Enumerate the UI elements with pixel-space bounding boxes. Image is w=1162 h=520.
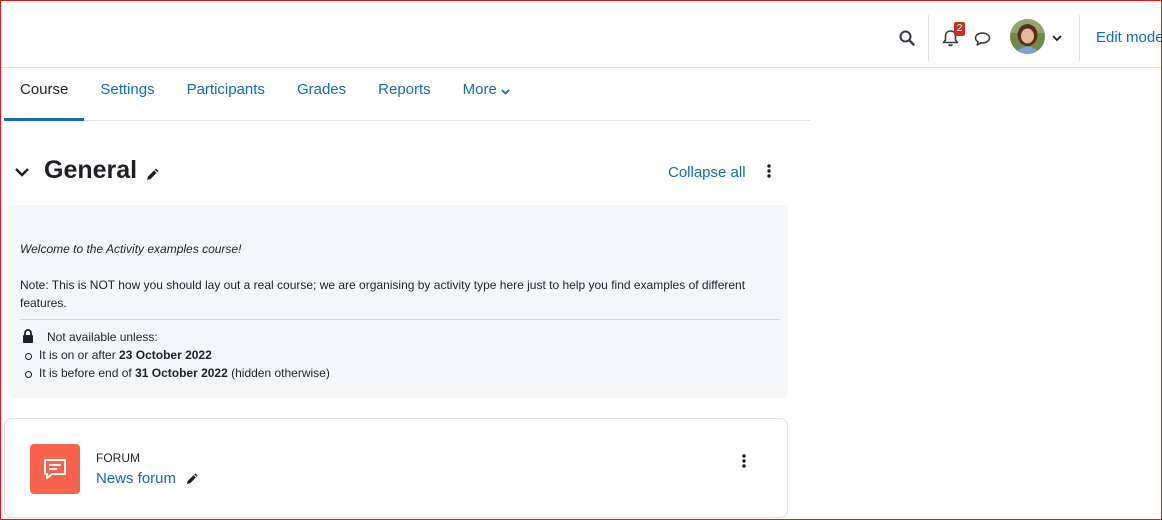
activity-card: FORUM News forum (4, 418, 788, 518)
section-title: General (44, 156, 138, 184)
restriction-condition: It is on or after 23 October 2022 (25, 348, 212, 362)
course-secondary-nav: Course Settings Participants Grades Repo… (4, 68, 810, 121)
tab-label: More (462, 81, 497, 98)
condition-prefix: It is on or after (39, 348, 120, 362)
edit-mode-toggle[interactable]: Edit mode (1096, 29, 1162, 46)
top-navbar: 2 Edit mode (0, 5, 1162, 68)
condition-date: 31 October 2022 (135, 366, 228, 380)
chevron-down-icon (501, 69, 510, 112)
tab-course[interactable]: Course (4, 68, 85, 121)
user-avatar[interactable] (1010, 19, 1045, 54)
section-actions-kebab-icon[interactable] (761, 162, 777, 180)
tab-more[interactable]: More (447, 68, 526, 121)
divider (20, 319, 780, 320)
condition-prefix: It is before end of (39, 366, 136, 380)
activity-name-link[interactable]: News forum (96, 470, 176, 487)
tab-label: Course (20, 81, 69, 98)
search-icon[interactable] (897, 28, 917, 48)
tab-label: Participants (186, 81, 265, 98)
tab-label: Settings (100, 81, 155, 98)
activity-actions-kebab-icon[interactable] (736, 452, 752, 470)
restriction-heading: Not available unless: (47, 330, 158, 344)
pencil-edit-icon[interactable] (185, 471, 200, 486)
navbar-divider (1079, 15, 1080, 61)
lock-icon (22, 329, 34, 343)
tab-label: Grades (296, 81, 347, 98)
section-summary: Welcome to the Activity examples course!… (8, 205, 788, 398)
forum-icon (30, 444, 80, 494)
tab-settings[interactable]: Settings (84, 68, 170, 121)
tab-grades[interactable]: Grades (281, 68, 362, 121)
welcome-text: Welcome to the Activity examples course! (20, 242, 242, 256)
tab-participants[interactable]: Participants (171, 68, 281, 121)
notification-count-badge: 2 (954, 22, 965, 36)
user-menu-chevron-down-icon[interactable] (1050, 31, 1064, 45)
section-collapse-chevron-icon[interactable] (13, 163, 31, 181)
collapse-all-link[interactable]: Collapse all (668, 164, 746, 181)
pencil-edit-icon[interactable] (145, 166, 161, 182)
condition-suffix: (hidden otherwise) (227, 366, 330, 380)
navbar-divider (928, 15, 929, 61)
tab-reports[interactable]: Reports (362, 68, 447, 121)
note-text: Note: This is NOT how you should lay out… (20, 278, 746, 310)
messages-chat-icon[interactable] (971, 28, 993, 50)
condition-date: 23 October 2022 (119, 348, 212, 362)
activity-type-label: FORUM (96, 451, 140, 465)
tab-label: Reports (378, 81, 431, 98)
restriction-condition: It is before end of 31 October 2022 (hid… (25, 366, 330, 380)
